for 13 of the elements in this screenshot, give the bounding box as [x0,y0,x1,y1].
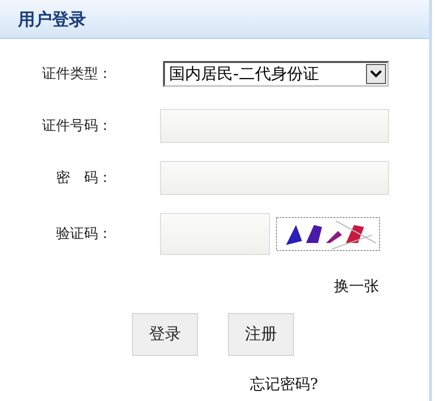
field-label: 密 码： [55,169,113,187]
input-field[interactable] [160,213,270,255]
input-field[interactable] [160,161,389,195]
form-button[interactable]: 注册 [228,313,294,356]
refresh-captcha-link[interactable]: 换一张 [334,277,379,313]
id-type-select[interactable]: 国内居民-二代身份证 [163,61,389,87]
panel-title: 用户登录 [18,8,86,30]
field-label: 验证码： [55,225,113,243]
input-field[interactable] [160,109,389,143]
field-label: 证件类型： [41,65,113,83]
form-button[interactable]: 登录 [132,313,198,356]
forgot-password-link[interactable]: 忘记密码? [250,375,318,393]
field-label: 证件号码： [41,117,113,135]
